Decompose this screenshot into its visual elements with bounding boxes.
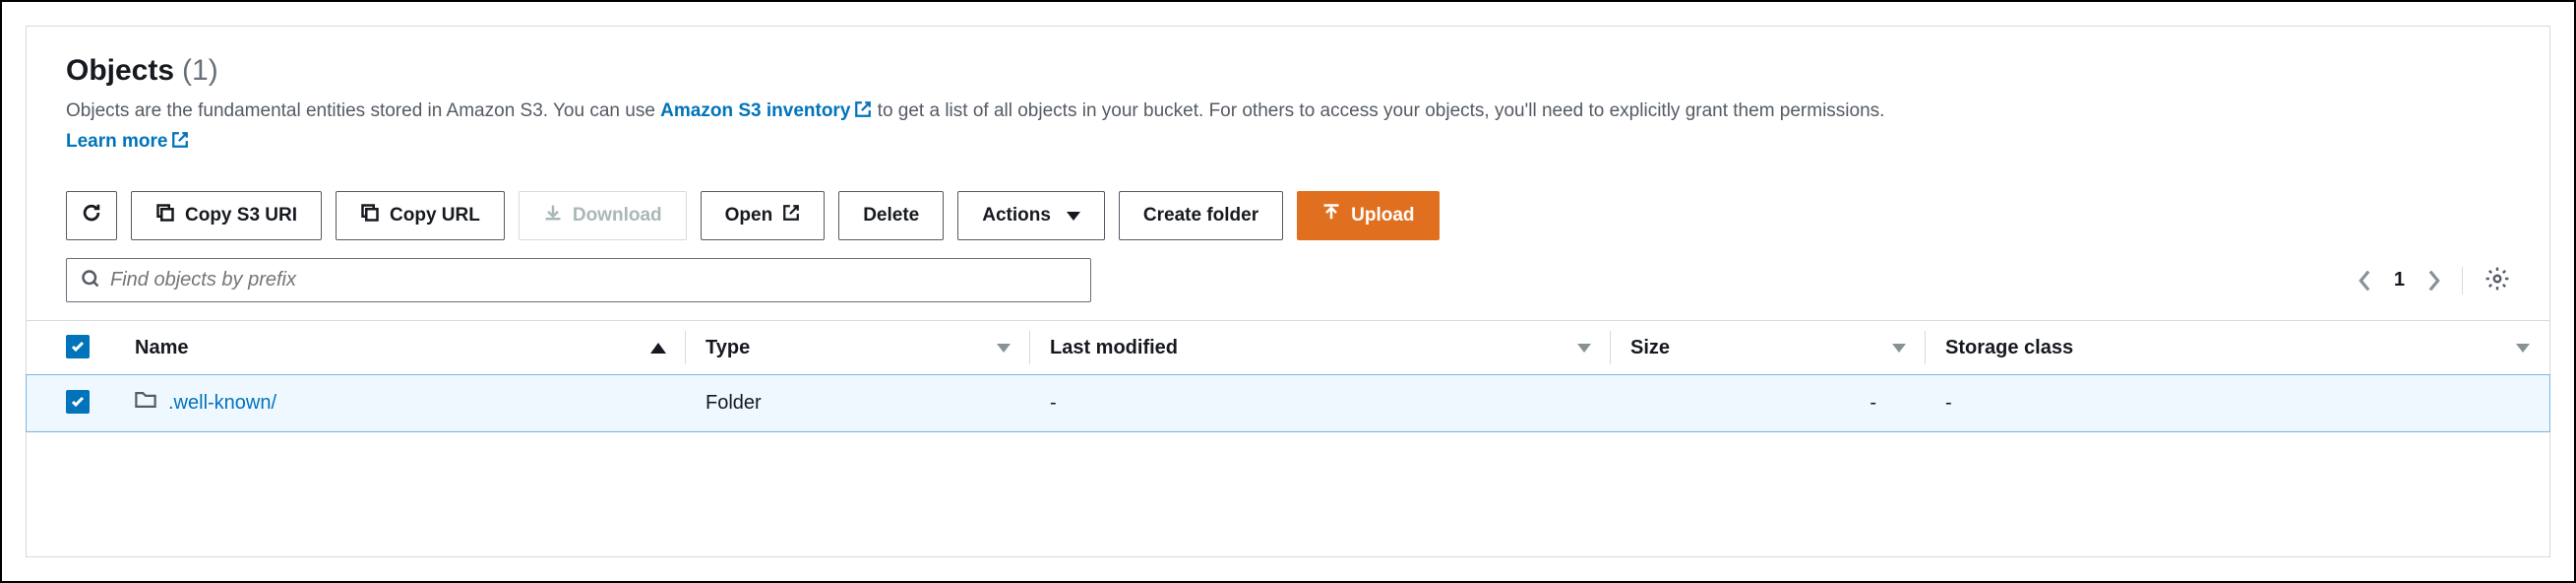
objects-panel: Objects (1) Objects are the fundamental … <box>26 26 2550 557</box>
sort-icon <box>1892 344 1906 353</box>
desc-prefix: Objects are the fundamental entities sto… <box>66 100 660 121</box>
objects-table: Name Type Last modified Size <box>27 320 2549 431</box>
folder-icon <box>135 389 156 417</box>
download-button: Download <box>519 191 687 240</box>
object-count: (1) <box>182 54 218 88</box>
external-link-icon <box>782 204 800 227</box>
desc-suffix: to get a list of all objects in your buc… <box>872 100 1884 121</box>
download-icon <box>543 203 563 228</box>
description-text: Objects are the fundamental entities sto… <box>66 97 2510 158</box>
upload-icon <box>1321 203 1341 228</box>
divider <box>2462 267 2463 294</box>
copy-url-button[interactable]: Copy URL <box>336 191 505 240</box>
copy-icon <box>360 203 380 228</box>
toolbar: Copy S3 URI Copy URL Download Open Delet… <box>27 173 2549 240</box>
refresh-button[interactable] <box>66 191 117 240</box>
upload-button[interactable]: Upload <box>1297 191 1439 240</box>
page-number[interactable]: 1 <box>2394 269 2405 292</box>
column-header-type[interactable]: Type <box>686 321 1030 375</box>
learn-more-link[interactable]: Learn more <box>66 131 189 152</box>
cell-last-modified: - <box>1030 375 1611 431</box>
sort-icon <box>997 344 1011 353</box>
sort-icon <box>2516 344 2530 353</box>
search-input[interactable] <box>110 269 1076 292</box>
column-header-size[interactable]: Size <box>1611 321 1926 375</box>
sort-asc-icon <box>650 343 666 354</box>
search-icon <box>81 269 100 292</box>
search-box[interactable] <box>66 258 1091 302</box>
actions-dropdown[interactable]: Actions <box>957 191 1105 240</box>
external-link-icon <box>854 99 872 128</box>
next-page-button[interactable] <box>2426 270 2440 292</box>
column-header-last-modified[interactable]: Last modified <box>1030 321 1611 375</box>
cell-size: - <box>1611 375 1926 431</box>
column-header-storage-class[interactable]: Storage class <box>1926 321 2549 375</box>
copy-s3-uri-button[interactable]: Copy S3 URI <box>131 191 322 240</box>
delete-button[interactable]: Delete <box>838 191 944 240</box>
object-name-link[interactable]: .well-known/ <box>168 392 276 415</box>
select-all-checkbox[interactable] <box>66 335 90 358</box>
cell-type: Folder <box>686 375 1030 431</box>
create-folder-button[interactable]: Create folder <box>1119 191 1283 240</box>
page-title: Objects <box>66 54 174 88</box>
open-button[interactable]: Open <box>701 191 826 240</box>
external-link-icon <box>171 130 189 159</box>
inventory-link[interactable]: Amazon S3 inventory <box>660 100 872 121</box>
refresh-icon <box>81 202 102 229</box>
settings-button[interactable] <box>2484 266 2510 294</box>
row-checkbox[interactable] <box>66 390 90 414</box>
pagination: 1 <box>2359 266 2510 294</box>
table-row[interactable]: .well-known/ Folder - - - <box>27 375 2549 431</box>
column-header-name[interactable]: Name <box>115 321 686 375</box>
prev-page-button[interactable] <box>2359 270 2372 292</box>
panel-header: Objects (1) Objects are the fundamental … <box>27 27 2549 173</box>
cell-storage-class: - <box>1926 375 2549 431</box>
copy-icon <box>155 203 175 228</box>
sort-icon <box>1577 344 1591 353</box>
caret-down-icon <box>1067 212 1080 221</box>
